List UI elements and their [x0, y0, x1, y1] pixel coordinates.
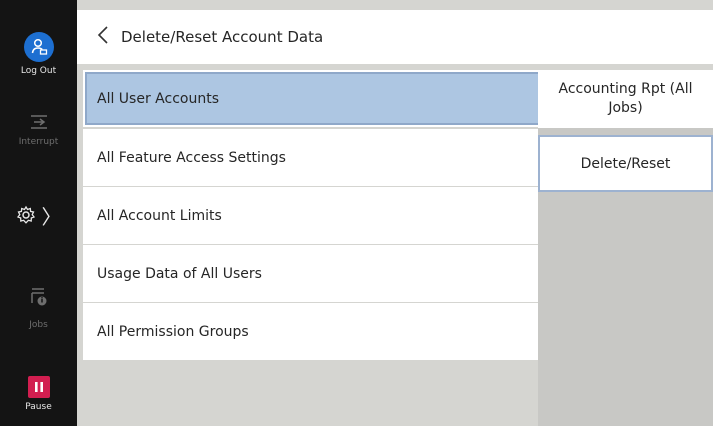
gear-icon	[16, 205, 36, 229]
accounting-report-button[interactable]: Accounting Rpt (All Jobs)	[538, 70, 713, 128]
list-item-label: Usage Data of All Users	[97, 265, 262, 282]
delete-reset-label: Delete/Reset	[580, 155, 671, 172]
action-panel: Accounting Rpt (All Jobs) Delete/Reset	[538, 70, 713, 426]
pause-button[interactable]: Pause	[0, 376, 77, 412]
list-item-all-account-limits[interactable]: All Account Limits	[83, 187, 609, 244]
jobs-label: Jobs	[29, 320, 48, 330]
page-title: Delete/Reset Account Data	[121, 28, 324, 46]
interrupt-label: Interrupt	[18, 137, 59, 147]
pause-icon	[27, 376, 50, 398]
jobs-icon	[29, 286, 49, 312]
interrupt-button[interactable]: Interrupt	[0, 112, 77, 147]
chevron-right-icon: 〉	[41, 205, 62, 229]
user-logout-icon	[23, 32, 54, 62]
jobs-button[interactable]: Jobs	[0, 286, 77, 330]
chevron-left-icon	[97, 25, 109, 49]
accounting-report-label: Accounting Rpt (All Jobs)	[558, 81, 693, 116]
list-item-usage-data-of-all-users[interactable]: Usage Data of All Users	[83, 245, 609, 302]
page-header: Delete/Reset Account Data	[77, 10, 713, 64]
logout-label: Log Out	[20, 66, 57, 76]
pause-label: Pause	[25, 402, 52, 412]
list-item-all-permission-groups[interactable]: All Permission Groups	[83, 303, 609, 360]
list-item-all-feature-access-settings[interactable]: All Feature Access Settings	[83, 129, 609, 186]
interrupt-icon	[28, 112, 50, 134]
list-item-label: All Feature Access Settings	[97, 149, 286, 166]
logout-button[interactable]: Log Out	[0, 32, 77, 76]
back-button[interactable]	[77, 10, 109, 64]
list-item-label: All User Accounts	[97, 90, 219, 107]
list-item-all-user-accounts[interactable]: All User Accounts	[83, 70, 609, 127]
delete-reset-button[interactable]: Delete/Reset	[538, 135, 713, 192]
list-item-label: All Permission Groups	[97, 323, 249, 340]
system-rail: Log Out Interrupt 〉 Jobs Pause	[0, 0, 77, 426]
device-settings-button[interactable]: 〉	[0, 205, 77, 229]
list-item-label: All Account Limits	[97, 207, 222, 224]
